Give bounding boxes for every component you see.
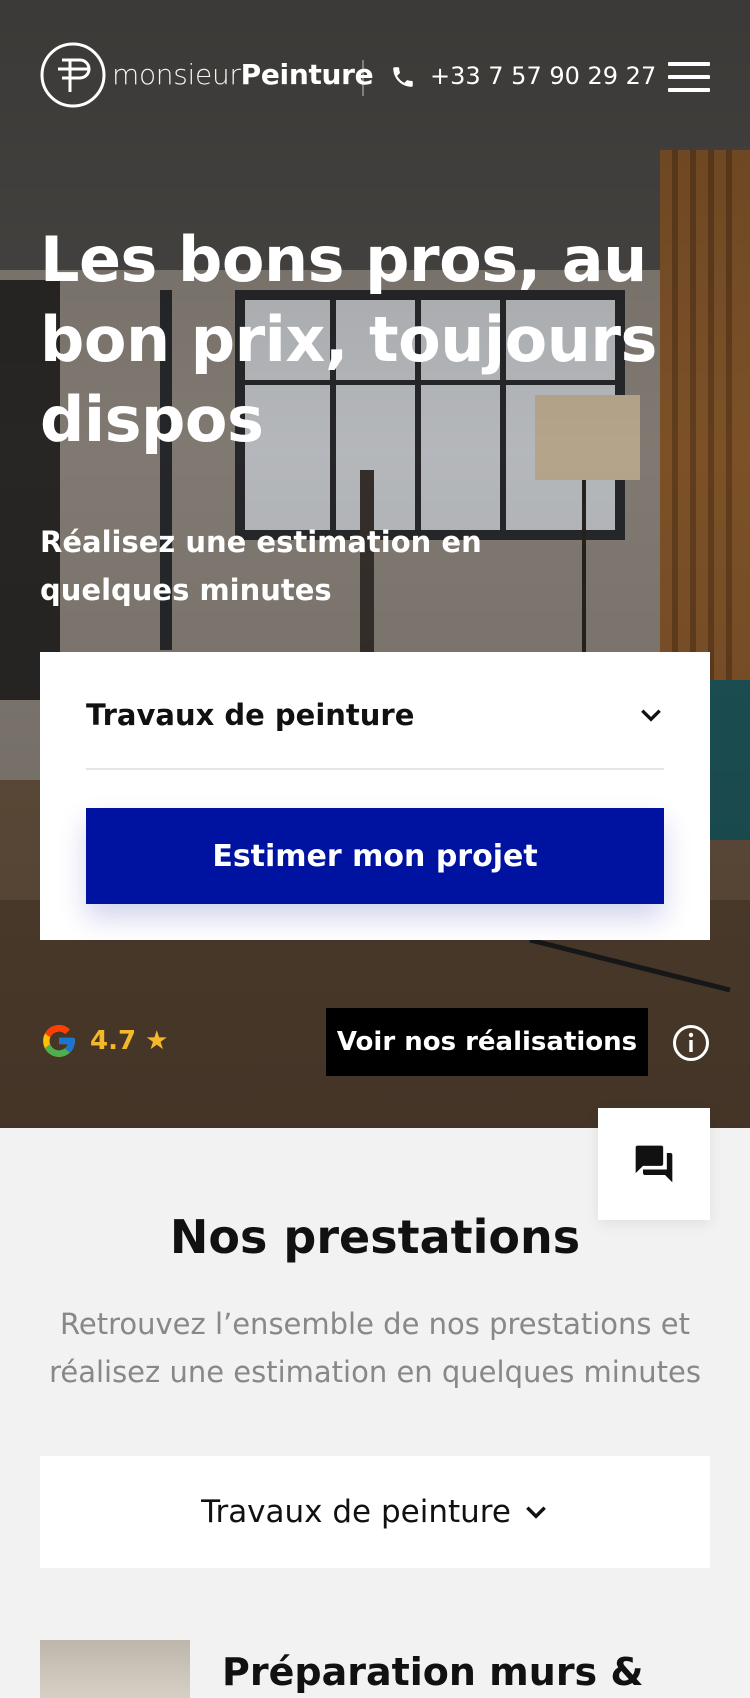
project-type-select[interactable]: Travaux de peinture — [86, 692, 664, 770]
project-type-value: Travaux de peinture — [86, 698, 415, 732]
hero-section: monsieurPeinture +33 7 57 90 29 27 Les b… — [0, 0, 750, 1128]
hero-subline: Réalisez une estimation en quelques minu… — [40, 525, 482, 607]
service-category-value: Travaux de peinture — [201, 1494, 511, 1530]
rating-value: 4.7 ★ — [90, 1026, 169, 1056]
chat-button[interactable] — [598, 1108, 710, 1220]
chat-icon — [635, 1145, 673, 1183]
logo-text-bold: Peinture — [240, 58, 374, 91]
estimate-project-button[interactable]: Estimer mon projet — [86, 808, 664, 904]
info-icon[interactable] — [672, 1024, 710, 1062]
hero-headline: Les bons pros, au bon prix, toujours dis… — [40, 223, 657, 456]
services-title: Nos prestations — [169, 1210, 581, 1264]
logo-text-light: monsieur — [112, 58, 241, 91]
logo-mark-icon[interactable] — [40, 42, 106, 108]
phone-icon[interactable] — [390, 64, 416, 90]
estimate-card: Travaux de peinture Estimer mon projet — [40, 652, 710, 940]
logo-wordmark[interactable]: monsieurPeinture — [112, 58, 374, 91]
google-icon — [43, 1025, 75, 1057]
service-category-select[interactable]: Travaux de peinture — [40, 1456, 710, 1568]
top-bar: monsieurPeinture +33 7 57 90 29 27 — [40, 40, 710, 110]
service-thumbnail[interactable] — [40, 1640, 190, 1698]
see-realisations-button[interactable]: Voir nos réalisations — [326, 1008, 648, 1076]
hamburger-menu-icon[interactable] — [668, 62, 710, 92]
service-item-title[interactable]: Préparation murs & — [222, 1650, 644, 1694]
header-divider — [362, 60, 364, 96]
phone-number-link[interactable]: +33 7 57 90 29 27 — [430, 62, 656, 90]
chevron-down-icon — [641, 709, 661, 722]
chevron-down-icon — [526, 1506, 546, 1519]
services-subtitle: Retrouvez l’ensemble de nos prestations … — [49, 1307, 701, 1389]
